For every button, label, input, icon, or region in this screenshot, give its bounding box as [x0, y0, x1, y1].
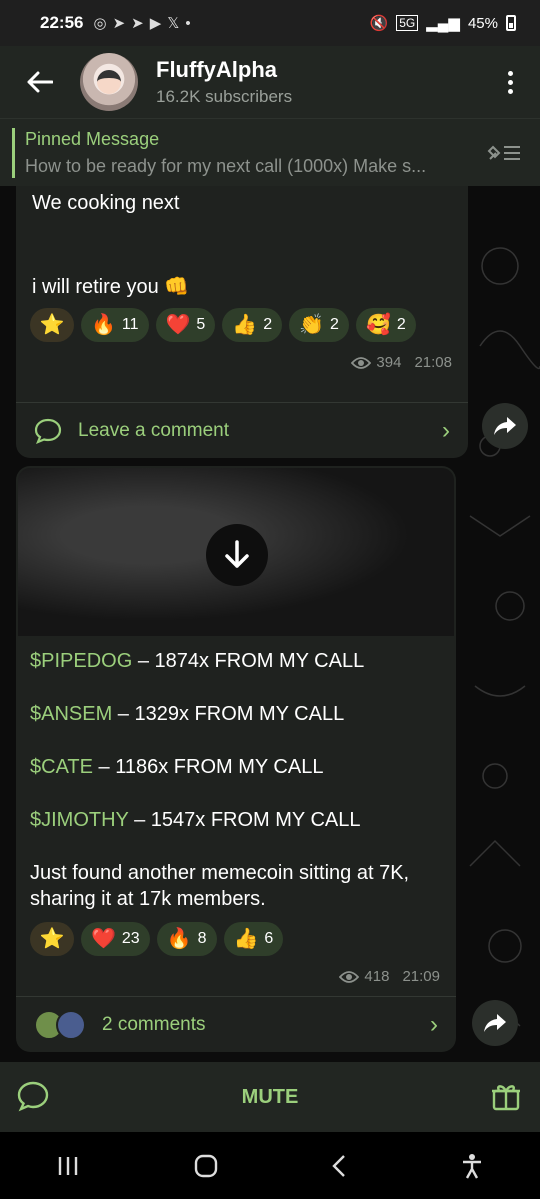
signal-icon: ▂▄▆ [426, 15, 460, 32]
reactions-row: ⭐ 🔥 11 ❤️ 5 👍 2 👏 2 🥰 2 [30, 308, 416, 342]
more-options-button[interactable] [480, 46, 540, 118]
pinned-label: Pinned Message [25, 128, 160, 149]
share-button[interactable] [482, 403, 528, 449]
eye-icon [339, 970, 360, 983]
share-arrow-icon [494, 417, 516, 435]
network-label: 5G [396, 15, 419, 31]
share-arrow-icon [484, 1014, 506, 1032]
reaction-star[interactable]: ⭐ [30, 922, 74, 956]
reaction-star[interactable]: ⭐ [30, 308, 74, 342]
message-body: Just found another memecoin sitting at 7… [30, 862, 410, 910]
chat-header: FluffyAlpha 16.2K subscribers [0, 46, 540, 118]
subscriber-count: 16.2K subscribers [156, 87, 293, 106]
message-bubble[interactable]: $PIPEDOG – 1874x FROM MY CALL $ANSEM – 1… [16, 466, 456, 1052]
back-arrow-icon [27, 71, 53, 93]
download-arrow-icon [225, 540, 249, 568]
avatar [56, 1009, 86, 1040]
reactions-row: ⭐ ❤️ 23 🔥 8 👍 6 [30, 922, 284, 956]
whatsapp-icon: ◎ [93, 15, 107, 32]
reaction-clap[interactable]: 👏 2 [289, 308, 349, 342]
share-button[interactable] [472, 1000, 518, 1046]
reaction-thumbs-up[interactable]: 👍 2 [222, 308, 283, 342]
pinned-indicator [12, 127, 15, 178]
chevron-right-icon: › [430, 1010, 438, 1038]
x-icon: 𝕏 [167, 15, 180, 32]
status-time: 22:56 [40, 13, 84, 32]
back-nav-icon[interactable] [331, 1153, 347, 1179]
mute-button[interactable]: MUTE [242, 1086, 299, 1109]
reaction-fire[interactable]: 🔥 11 [81, 308, 149, 342]
message-line: i will retire you 👊 [32, 276, 190, 298]
chevron-right-icon: › [442, 416, 450, 444]
pinned-text: How to be ready for my next call (1000x)… [25, 155, 427, 176]
status-bar: 22:56 ◎ ➤ ➤ ▶ 𝕏 • 🔇 5G ▂▄▆ 45% [0, 0, 540, 46]
gift-icon[interactable] [490, 1080, 522, 1112]
commenter-avatars [34, 1009, 86, 1040]
comment-icon [34, 418, 62, 444]
reaction-smiling-hearts[interactable]: 🥰 2 [355, 308, 416, 342]
ticker-link[interactable]: $JIMOTHY [30, 809, 129, 831]
reaction-thumbs-up[interactable]: 👍 6 [223, 922, 284, 956]
reaction-heart[interactable]: ❤️ 5 [155, 308, 216, 342]
channel-name: FluffyAlpha [156, 57, 277, 82]
status-right: 🔇 5G ▂▄▆ 45% [370, 14, 516, 32]
pin-list-icon[interactable] [486, 141, 522, 165]
reaction-heart[interactable]: ❤️ 23 [81, 922, 150, 956]
message-bubble[interactable]: We cooking next i will retire you 👊 ⭐ 🔥 1… [16, 186, 468, 458]
dot-icon: • [185, 14, 191, 32]
message-time: 21:09 [402, 968, 440, 985]
ticker-link[interactable]: $PIPEDOG [30, 650, 132, 672]
chat-area[interactable]: We cooking next i will retire you 👊 ⭐ 🔥 1… [0, 186, 540, 1062]
download-button[interactable] [206, 524, 268, 586]
youtube-icon: ▶ [149, 15, 162, 32]
reaction-fire[interactable]: 🔥 8 [156, 922, 217, 956]
message-meta: 394 21:08 [351, 354, 452, 371]
back-button[interactable] [0, 46, 80, 118]
view-count: 418 [364, 968, 390, 985]
eye-icon [351, 356, 372, 369]
message-text: $PIPEDOG – 1874x FROM MY CALL $ANSEM – 1… [30, 648, 450, 939]
channel-title-box[interactable]: FluffyAlpha 16.2K subscribers [156, 57, 292, 107]
notification-icons: ◎ ➤ ➤ ▶ 𝕏 • [93, 14, 191, 33]
media-thumbnail[interactable] [18, 468, 454, 636]
mute-icon: 🔇 [369, 15, 389, 32]
accessibility-icon[interactable] [460, 1153, 484, 1179]
telegram-icon: ➤ [131, 15, 144, 32]
ticker-link[interactable]: $ANSEM [30, 703, 112, 725]
message-meta: 418 21:09 [339, 968, 440, 985]
telegram-icon: ➤ [112, 15, 126, 32]
comment-label: 2 comments [102, 1013, 206, 1035]
system-nav-bar [0, 1132, 540, 1199]
channel-bottom-bar: MUTE [0, 1062, 540, 1132]
home-icon[interactable] [193, 1153, 219, 1179]
pinned-message-bar[interactable]: Pinned Message How to be ready for my ne… [0, 118, 540, 186]
view-count: 394 [376, 354, 402, 371]
ticker-link[interactable]: $CATE [30, 756, 93, 778]
channel-avatar[interactable] [80, 53, 138, 111]
discussion-icon[interactable] [16, 1080, 50, 1112]
comments-button[interactable]: 2 comments › [16, 996, 456, 1052]
background-pattern [469, 247, 540, 1027]
message-time: 21:08 [414, 354, 452, 371]
comment-label: Leave a comment [78, 419, 230, 441]
comment-button[interactable]: Leave a comment › [16, 402, 468, 458]
battery-icon [506, 15, 516, 31]
battery-label: 45% [467, 14, 498, 32]
recent-apps-icon[interactable] [56, 1155, 80, 1177]
message-line: We cooking next [32, 192, 180, 214]
